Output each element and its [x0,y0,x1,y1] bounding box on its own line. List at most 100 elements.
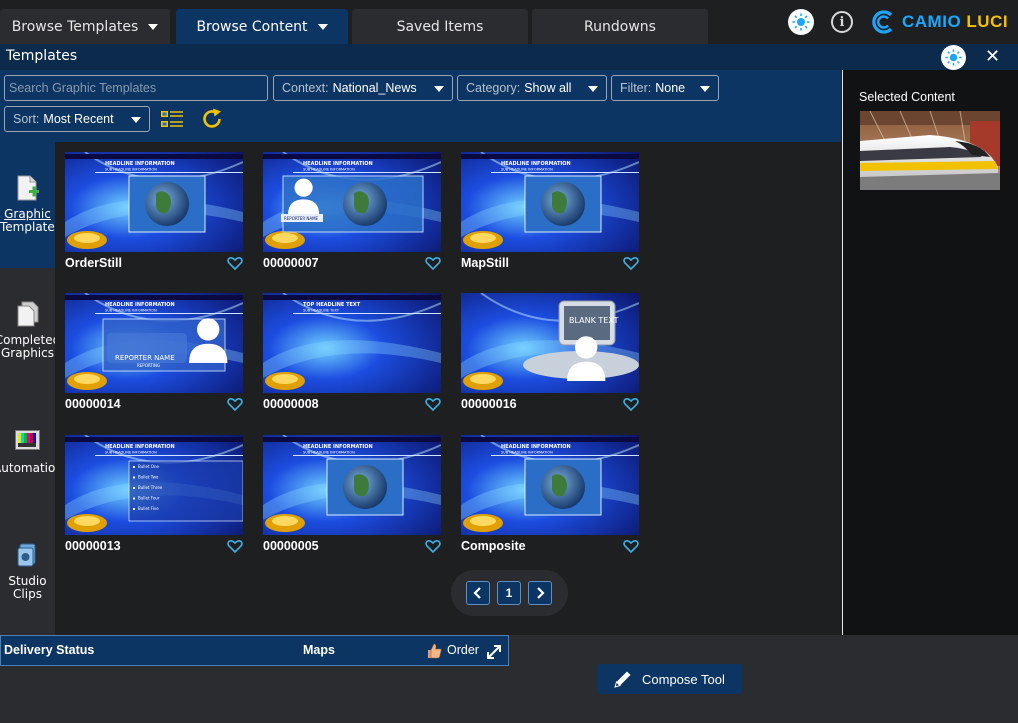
brand-logo: CAMIO LUCI [872,9,1008,35]
documents-icon [17,301,39,327]
svg-text:REPORTER NAME: REPORTER NAME [284,216,319,221]
tab-label: Rundowns [584,18,656,35]
chevron-down-icon [131,117,141,123]
template-thumbnail[interactable]: BLANK TEXT [461,293,639,393]
template-thumbnail[interactable]: HEADLINE INFORMATION SUB HEADLINE INFORMA… [263,435,441,535]
svg-text:SUB HEADLINE INFORMATION: SUB HEADLINE INFORMATION [303,451,355,455]
template-thumbnail[interactable]: HEADLINE INFORMATION SUB HEADLINE INFORMA… [461,152,639,252]
next-page-button[interactable] [528,581,552,605]
refresh-icon[interactable] [200,107,224,131]
tab-label: Saved Items [396,18,484,35]
sidebar-item-label: Graphic Templates [0,207,62,234]
pagination: 1 [451,570,568,616]
delivery-status-label: Delivery Status [4,643,95,657]
svg-text:HEADLINE INFORMATION: HEADLINE INFORMATION [303,161,373,167]
tab-browse-content[interactable]: Browse Content [176,9,348,44]
template-card[interactable]: BLANK TEXT 00000016 [461,293,639,413]
chevron-down-icon [148,23,159,30]
svg-text:HEADLINE INFORMATION: HEADLINE INFORMATION [105,161,175,167]
search-placeholder: Search Graphic Templates [9,81,157,95]
panel-theme-sun-icon[interactable] [941,45,966,70]
favorite-heart-icon[interactable] [425,256,441,270]
template-card[interactable]: HEADLINE INFORMATION SUB HEADLINE INFORMA… [65,152,243,272]
info-icon[interactable]: i [831,11,853,33]
template-thumbnail[interactable]: HEADLINE INFORMATION SUB HEADLINE INFORMA… [65,435,243,535]
category-dropdown[interactable]: Category: Show all [457,75,607,101]
template-card[interactable]: HEADLINE INFORMATION SUB HEADLINE INFORMA… [65,293,243,413]
svg-text:BLANK TEXT: BLANK TEXT [569,316,619,325]
tab-label: Browse Templates [11,18,139,35]
template-thumbnail[interactable]: HEADLINE INFORMATION SUB HEADLINE INFORMA… [65,152,243,252]
favorite-heart-icon[interactable] [623,539,639,553]
context-value: National_News [332,81,417,95]
delivery-status-bar: Delivery Status Maps Order [0,635,509,666]
sidebar-item-completed-graphics[interactable]: Completed Graphics [0,292,60,372]
tab-browse-templates[interactable]: Browse Templates [0,9,170,44]
template-thumbnail[interactable]: TOP HEADLINE TEXT SUB HEADLINE TEXT [263,293,441,393]
tab-label: Browse Content [196,18,308,35]
search-input[interactable]: Search Graphic Templates [4,75,268,101]
template-thumbnail[interactable]: HEADLINE INFORMATION SUB HEADLINE INFORMA… [461,435,639,535]
favorite-heart-icon[interactable] [227,397,243,411]
template-thumbnail[interactable]: HEADLINE INFORMATION SUB HEADLINE INFORMA… [263,152,441,252]
favorite-heart-icon[interactable] [425,397,441,411]
template-card[interactable]: HEADLINE INFORMATION SUB HEADLINE INFORMA… [263,152,441,272]
svg-text:Bullet Five: Bullet Five [138,506,159,511]
chevron-down-icon [588,86,598,92]
prev-page-button[interactable] [466,581,490,605]
tab-saved-items[interactable]: Saved Items [352,9,528,44]
close-icon[interactable]: ✕ [985,47,1000,67]
svg-text:TOP HEADLINE TEXT: TOP HEADLINE TEXT [303,302,361,308]
expand-icon[interactable] [485,643,503,661]
template-name: 00000007 [263,256,319,270]
context-dropdown[interactable]: Context: National_News [273,75,453,101]
order-label[interactable]: Order [447,643,479,657]
svg-text:HEADLINE INFORMATION: HEADLINE INFORMATION [501,161,571,167]
svg-text:Bullet Four: Bullet Four [138,496,160,501]
selected-content-thumbnail[interactable] [860,111,1000,190]
sidebar-item-studio-clips[interactable]: Studio Clips [0,536,55,606]
sort-label: Sort: [13,112,40,126]
panel-title: Templates [6,48,78,64]
maps-label[interactable]: Maps [303,643,335,657]
view-toggle-icon[interactable] [160,109,184,131]
film-clips-icon [17,543,36,567]
favorite-heart-icon[interactable] [623,397,639,411]
template-card[interactable]: HEADLINE INFORMATION SUB HEADLINE INFORMA… [461,152,639,272]
sort-value: Most Recent [43,112,114,126]
sort-dropdown[interactable]: Sort: Most Recent [4,106,150,132]
svg-text:SUB HEADLINE TEXT: SUB HEADLINE TEXT [303,309,340,313]
filter-value: None [655,81,686,95]
panel-header: Templates [0,44,1018,70]
favorite-heart-icon[interactable] [623,256,639,270]
svg-text:SUB HEADLINE INFORMATION: SUB HEADLINE INFORMATION [303,168,355,172]
filter-label: Filter: [620,81,652,95]
camio-logo-icon [872,10,893,34]
train-image [860,111,1000,190]
compose-tool-button[interactable]: Compose Tool [597,664,742,694]
template-card[interactable]: HEADLINE INFORMATION SUB HEADLINE INFORMA… [461,435,639,555]
sidebar-item-automation[interactable]: Automation [0,424,63,484]
template-name: 00000005 [263,539,319,553]
svg-text:SUB HEADLINE INFORMATION: SUB HEADLINE INFORMATION [501,168,553,172]
theme-toggle-sun-icon[interactable] [788,9,814,35]
compose-tool-label: Compose Tool [642,671,725,687]
tab-rundowns[interactable]: Rundowns [532,9,708,44]
chevron-right-icon [537,587,545,599]
template-name: OrderStill [65,256,122,270]
thumbs-up-icon [428,643,442,659]
chevron-left-icon [473,587,481,599]
page-number-button[interactable]: 1 [497,581,521,605]
filter-dropdown[interactable]: Filter: None [611,75,719,101]
pencil-icon [614,671,631,688]
template-card[interactable]: HEADLINE INFORMATION SUB HEADLINE INFORMA… [263,435,441,555]
template-card[interactable]: HEADLINE INFORMATION SUB HEADLINE INFORMA… [65,435,243,555]
template-name: 00000008 [263,397,319,411]
sidebar-item-graphic-templates[interactable]: Graphic Templates [0,142,62,268]
favorite-heart-icon[interactable] [227,256,243,270]
favorite-heart-icon[interactable] [227,539,243,553]
category-value: Show all [524,81,572,95]
template-thumbnail[interactable]: HEADLINE INFORMATION SUB HEADLINE INFORMA… [65,293,243,393]
favorite-heart-icon[interactable] [425,539,441,553]
template-card[interactable]: TOP HEADLINE TEXT SUB HEADLINE TEXT 000000… [263,293,441,413]
